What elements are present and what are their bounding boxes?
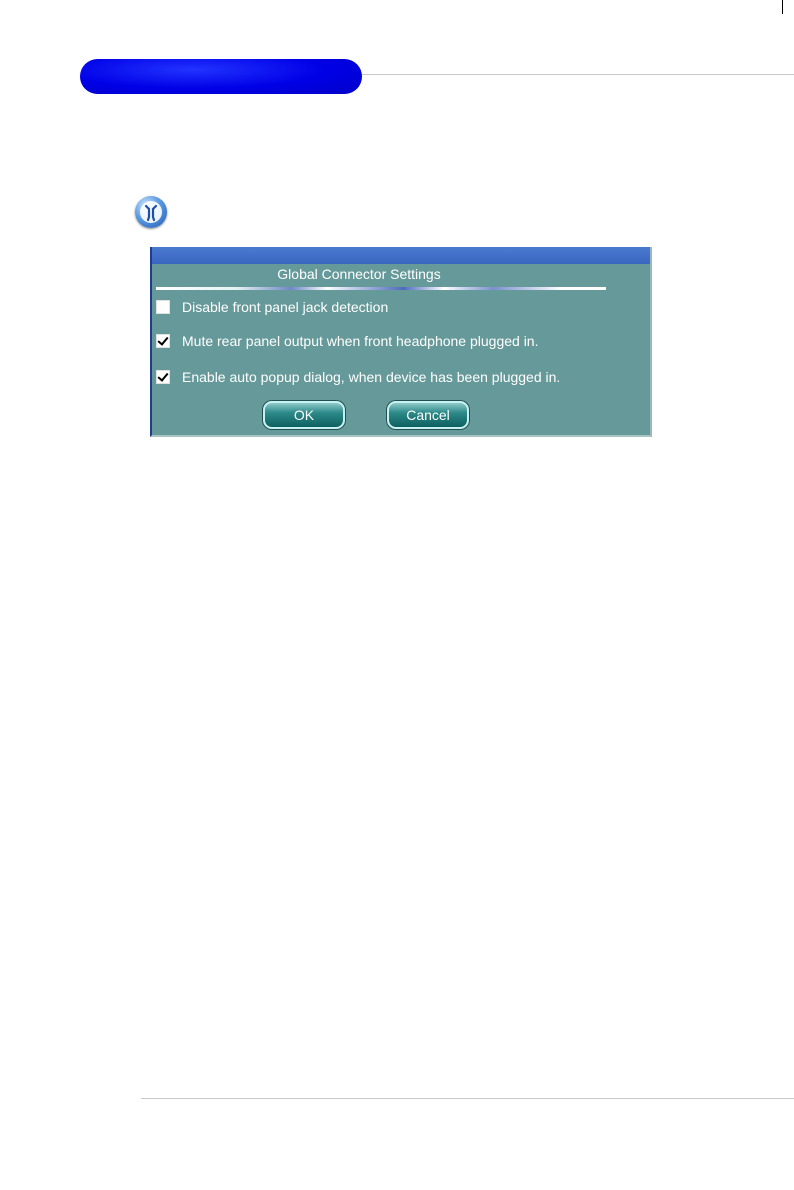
cancel-button[interactable]: Cancel <box>387 401 469 429</box>
option-mute-rear-output[interactable]: Mute rear panel output when front headph… <box>156 332 539 350</box>
checkbox-mute-rear-output[interactable] <box>156 334 170 348</box>
checkbox-disable-front-jack-detection[interactable] <box>156 300 170 314</box>
checkbox-enable-auto-popup[interactable] <box>156 370 170 384</box>
option-label: Enable auto popup dialog, when device ha… <box>182 369 561 385</box>
page-edge-rule <box>782 0 783 14</box>
option-label: Disable front panel jack detection <box>182 299 389 315</box>
dialog-titlebar <box>152 247 650 264</box>
section-header-rule <box>362 74 794 75</box>
section-header-pill <box>80 59 362 94</box>
wrench-icon <box>135 196 167 228</box>
option-enable-auto-popup[interactable]: Enable auto popup dialog, when device ha… <box>156 368 560 386</box>
wrench-icon-glyph <box>140 201 162 223</box>
option-label: Mute rear panel output when front headph… <box>182 333 539 349</box>
option-disable-front-jack-detection[interactable]: Disable front panel jack detection <box>156 298 388 316</box>
title-divider <box>156 287 606 290</box>
global-connector-settings-dialog: Global Connector Settings Disable front … <box>150 247 652 437</box>
ok-button[interactable]: OK <box>263 401 345 429</box>
footer-rule <box>141 1098 794 1099</box>
dialog-title: Global Connector Settings <box>277 266 441 282</box>
